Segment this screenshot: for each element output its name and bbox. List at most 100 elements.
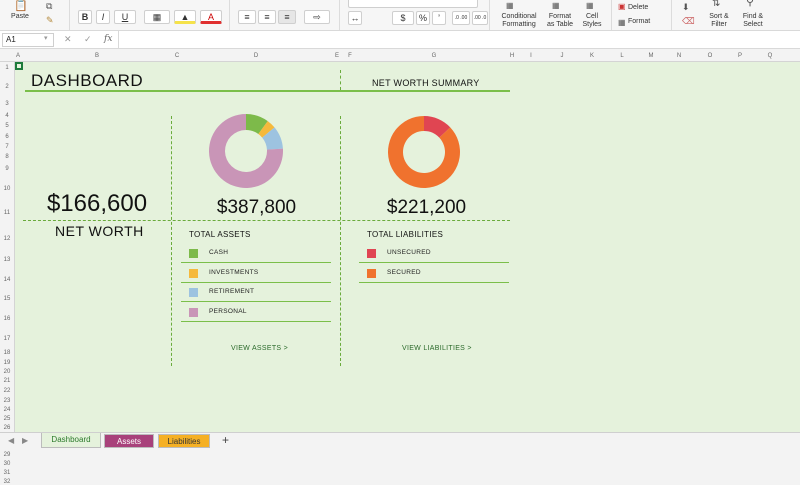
column-header-o[interactable]: O	[704, 50, 716, 62]
row-header-29[interactable]: 29	[0, 452, 14, 458]
indent-button[interactable]: ⇨	[304, 10, 330, 24]
align-center-button[interactable]: ≡	[258, 10, 276, 24]
merge-button[interactable]: ↔	[348, 11, 362, 25]
find-select-button[interactable]: Find & Select	[738, 13, 768, 29]
column-header-n[interactable]: N	[673, 50, 685, 62]
fill-down-icon[interactable]: ⬇	[682, 2, 690, 13]
active-cell-a1[interactable]	[15, 62, 23, 70]
paste-icon[interactable]: 📋	[14, 1, 28, 12]
italic-button[interactable]: I	[96, 10, 110, 24]
row-header-6[interactable]: 6	[0, 134, 14, 140]
add-sheet-button[interactable]: +	[222, 433, 229, 447]
align-right-button[interactable]: ≡	[278, 10, 296, 24]
row-header-14[interactable]: 14	[0, 277, 14, 283]
decrease-decimal-button[interactable]: .00 .0	[472, 11, 488, 25]
sort-filter-icon[interactable]: ⇅	[712, 0, 720, 9]
view-liabilities-link[interactable]: VIEW LIABILITIES >	[402, 345, 472, 352]
function-icon[interactable]: fx	[104, 34, 112, 44]
row-header-17[interactable]: 17	[0, 336, 14, 342]
row-header-21[interactable]: 21	[0, 378, 14, 384]
sheet-tab-liabilities[interactable]: Liabilities	[158, 434, 210, 448]
column-header-h[interactable]: H	[506, 50, 518, 62]
legend-item-unsecured: UNSECURED	[359, 244, 509, 263]
delete-button[interactable]: Delete	[628, 4, 668, 12]
cell-styles-icon[interactable]: ▦	[586, 0, 594, 11]
column-header-g[interactable]: G	[428, 50, 440, 62]
format-painter-icon[interactable]: ✎	[46, 15, 54, 26]
format-cells-button[interactable]: Format	[628, 18, 668, 26]
cell-styles-button[interactable]: Cell Styles	[576, 13, 608, 29]
search-icon[interactable]: ⚲	[746, 0, 754, 8]
paste-label[interactable]: Paste	[4, 13, 36, 21]
column-header-e[interactable]: E	[331, 50, 343, 62]
column-header-q[interactable]: Q	[764, 50, 776, 62]
sort-filter-button[interactable]: Sort & Filter	[704, 13, 734, 29]
percent-button[interactable]: %	[416, 11, 430, 25]
bold-button[interactable]: B	[78, 10, 92, 24]
worksheet-grid[interactable]: DASHBOARD NET WORTH SUMMARY $166,600 NET…	[15, 62, 800, 432]
title-divider	[340, 70, 341, 90]
copy-icon[interactable]: ⧉	[46, 1, 52, 12]
row-header-12[interactable]: 12	[0, 236, 14, 242]
format-as-table-icon[interactable]: ▦	[552, 0, 560, 11]
row-header-18[interactable]: 18	[0, 350, 14, 356]
row-header-24[interactable]: 24	[0, 407, 14, 413]
row-header-2[interactable]: 2	[0, 84, 14, 90]
column-header-d[interactable]: D	[250, 50, 262, 62]
row-header-32[interactable]: 32	[0, 479, 14, 485]
sheet-tab-assets[interactable]: Assets	[104, 434, 154, 448]
number-format-select[interactable]	[348, 0, 478, 8]
clear-eraser-icon[interactable]: ⌫	[682, 16, 695, 27]
row-header-30[interactable]: 30	[0, 461, 14, 467]
column-header-c[interactable]: C	[171, 50, 183, 62]
column-header-b[interactable]: B	[91, 50, 103, 62]
column-header-j[interactable]: J	[556, 50, 568, 62]
underline-button[interactable]: U	[114, 10, 136, 24]
conditional-formatting-button[interactable]: Conditional Formatting	[496, 13, 542, 29]
row-header-13[interactable]: 13	[0, 257, 14, 263]
row-header-9[interactable]: 9	[0, 166, 14, 172]
row-header-7[interactable]: 7	[0, 144, 14, 150]
column-header-m[interactable]: M	[645, 50, 657, 62]
row-header-15[interactable]: 15	[0, 296, 14, 302]
increase-decimal-button[interactable]: .0 .00	[452, 11, 470, 25]
row-header-23[interactable]: 23	[0, 398, 14, 404]
row-header-11[interactable]: 11	[0, 210, 14, 216]
view-assets-link[interactable]: VIEW ASSETS >	[231, 345, 288, 352]
row-header-8[interactable]: 8	[0, 154, 14, 160]
font-color-button[interactable]: A	[200, 10, 222, 24]
column-header-a[interactable]: A	[12, 50, 24, 62]
row-header-10[interactable]: 10	[0, 186, 14, 192]
column-header-f[interactable]: F	[344, 50, 356, 62]
format-as-table-button[interactable]: Format as Table	[542, 13, 578, 29]
column-header-p[interactable]: P	[734, 50, 746, 62]
align-left-button[interactable]: ≡	[238, 10, 256, 24]
fill-bucket-icon: ▲	[180, 12, 190, 22]
column-header-i[interactable]: I	[525, 50, 537, 62]
row-header-4[interactable]: 4	[0, 113, 14, 119]
column-header-l[interactable]: L	[616, 50, 628, 62]
row-header-1[interactable]: 1	[0, 65, 14, 71]
cancel-icon[interactable]: ✕	[64, 34, 72, 45]
enter-check-icon[interactable]: ✓	[84, 34, 92, 45]
fill-color-button[interactable]: ▲	[174, 10, 196, 24]
currency-button[interactable]: $	[392, 11, 414, 25]
row-header-20[interactable]: 20	[0, 369, 14, 375]
row-header-31[interactable]: 31	[0, 470, 14, 476]
row-header-16[interactable]: 16	[0, 316, 14, 322]
borders-button[interactable]: ▦	[144, 10, 170, 24]
row-header-26[interactable]: 26	[0, 425, 14, 431]
next-sheet-icon[interactable]: ▶	[22, 436, 28, 445]
column-header-k[interactable]: K	[586, 50, 598, 62]
conditional-formatting-icon[interactable]: ▦	[506, 0, 514, 11]
row-header-3[interactable]: 3	[0, 101, 14, 107]
row-header-19[interactable]: 19	[0, 360, 14, 366]
comma-button[interactable]: ’	[432, 11, 446, 25]
formula-input[interactable]	[118, 31, 800, 49]
chevron-down-icon[interactable]: ▾	[44, 34, 48, 42]
row-header-5[interactable]: 5	[0, 123, 14, 129]
row-header-22[interactable]: 22	[0, 388, 14, 394]
row-header-25[interactable]: 25	[0, 416, 14, 422]
sheet-tab-dashboard[interactable]: Dashboard	[41, 433, 101, 448]
prev-sheet-icon[interactable]: ◀	[8, 436, 14, 445]
